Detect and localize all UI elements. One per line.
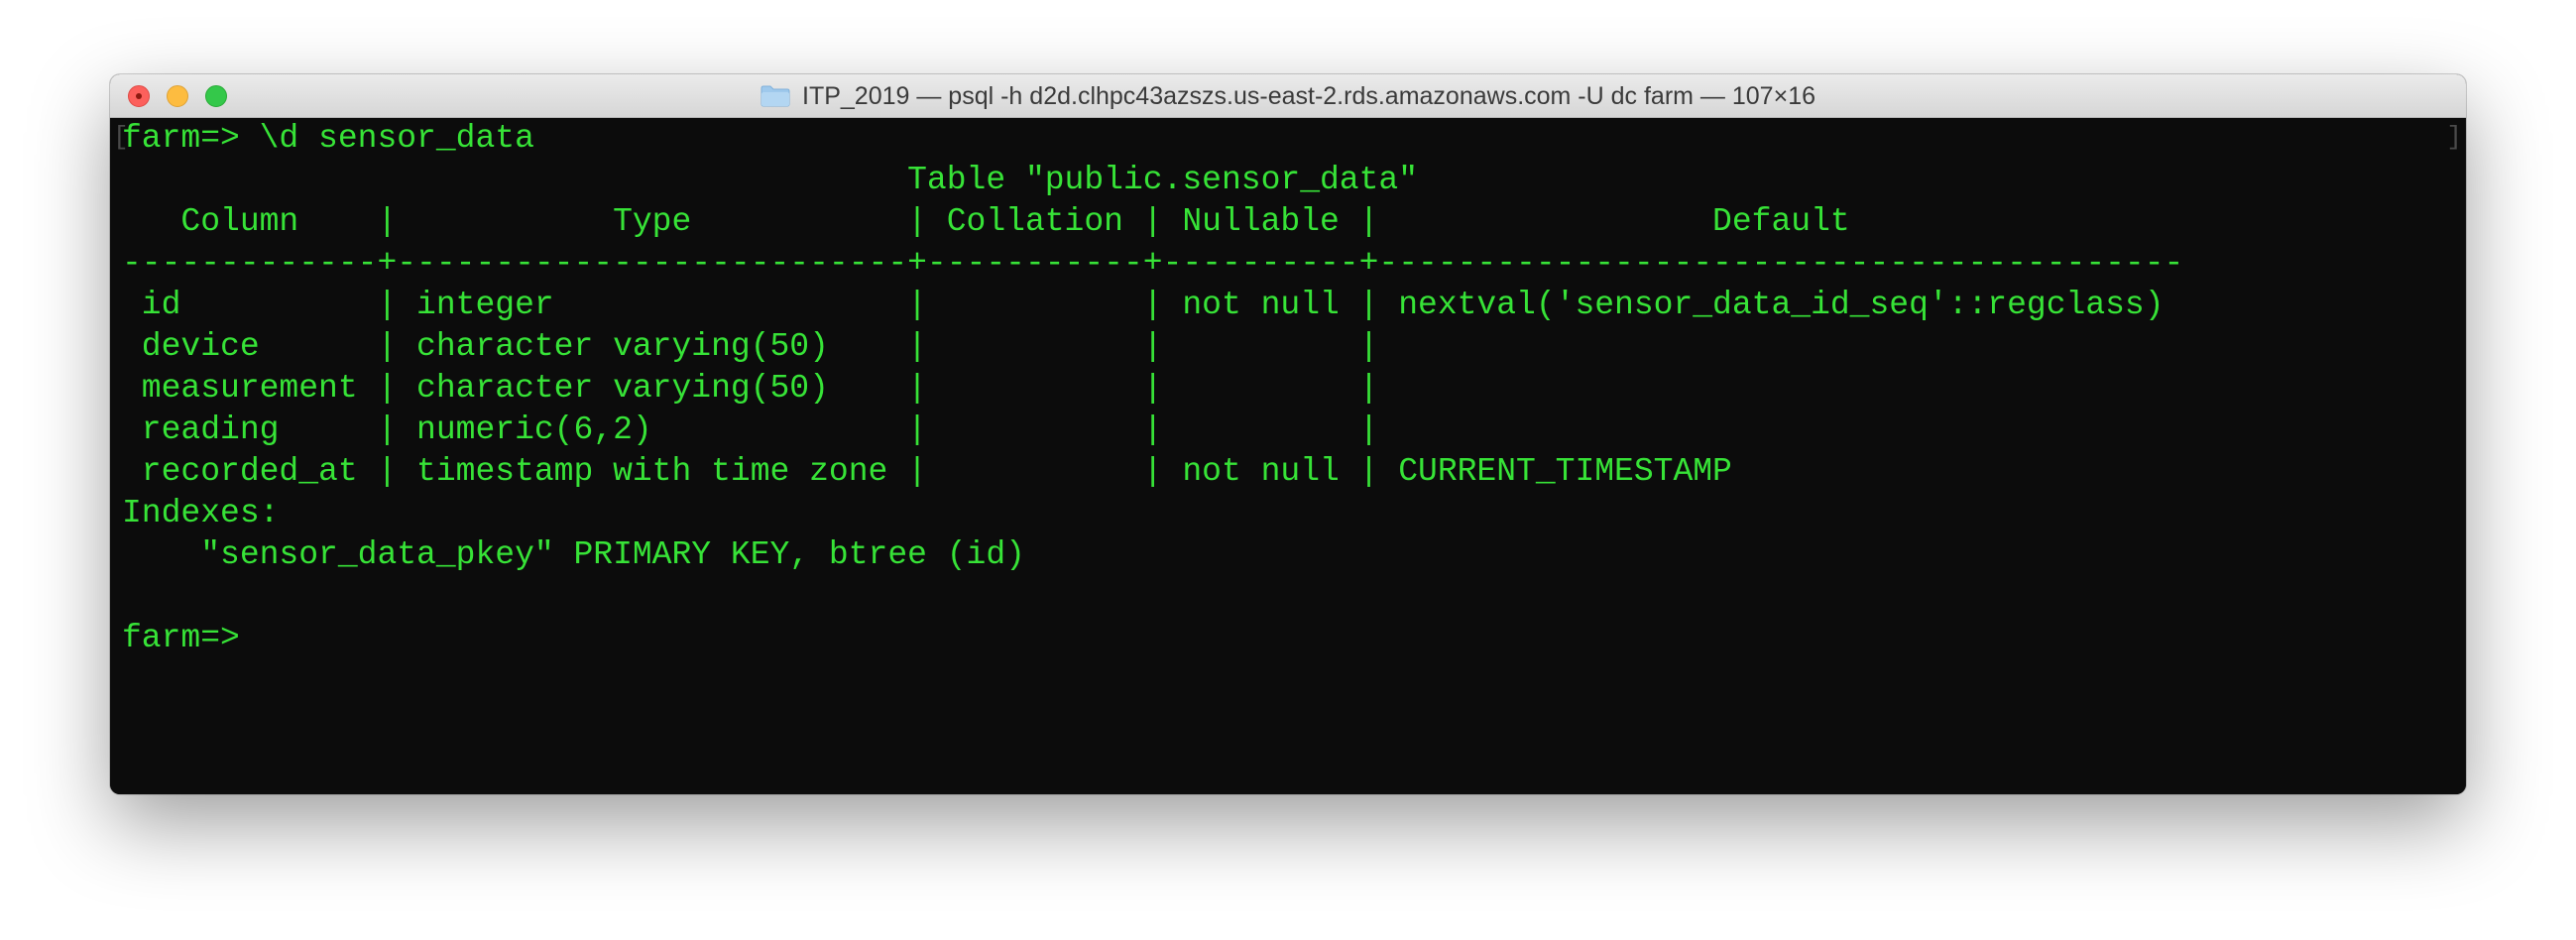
index-entry-line: "sensor_data_pkey" PRIMARY KEY, btree (i… [122,536,1025,573]
mark-bracket-right: ] [2446,122,2462,152]
table-row: measurement | character varying(50) | | … [122,370,1379,407]
table-row: reading | numeric(6,2) | | | [122,411,1379,448]
table-row: id | integer | | not null | nextval('sen… [122,287,2165,323]
prompt-command-line: farm=> \d sensor_data [122,120,534,157]
folder-icon [761,85,790,107]
table-row: device | character varying(50) | | | [122,328,1379,365]
indexes-heading-line: Indexes: [122,495,280,531]
table-header-line: Column | Type | Collation | Nullable | D… [122,203,1850,240]
table-separator-line: -------------+--------------------------… [122,245,2184,282]
table-title-line: Table "public.sensor_data" [122,162,1419,198]
table-row: recorded_at | timestamp with time zone |… [122,453,1732,490]
window-title: ITP_2019 — psql -h d2d.clhpc43azszs.us-e… [802,81,1815,110]
title-bar[interactable]: ITP_2019 — psql -h d2d.clhpc43azszs.us-e… [110,74,2466,118]
terminal-content[interactable]: [ ] farm=> \d sensor_data Table "public.… [110,118,2466,794]
prompt-line[interactable]: farm=> [122,618,2183,659]
terminal-window: ITP_2019 — psql -h d2d.clhpc43azszs.us-e… [110,74,2466,794]
terminal-output: farm=> \d sensor_data Table "public.sens… [122,118,2183,659]
window-title-area: ITP_2019 — psql -h d2d.clhpc43azszs.us-e… [110,74,2466,118]
